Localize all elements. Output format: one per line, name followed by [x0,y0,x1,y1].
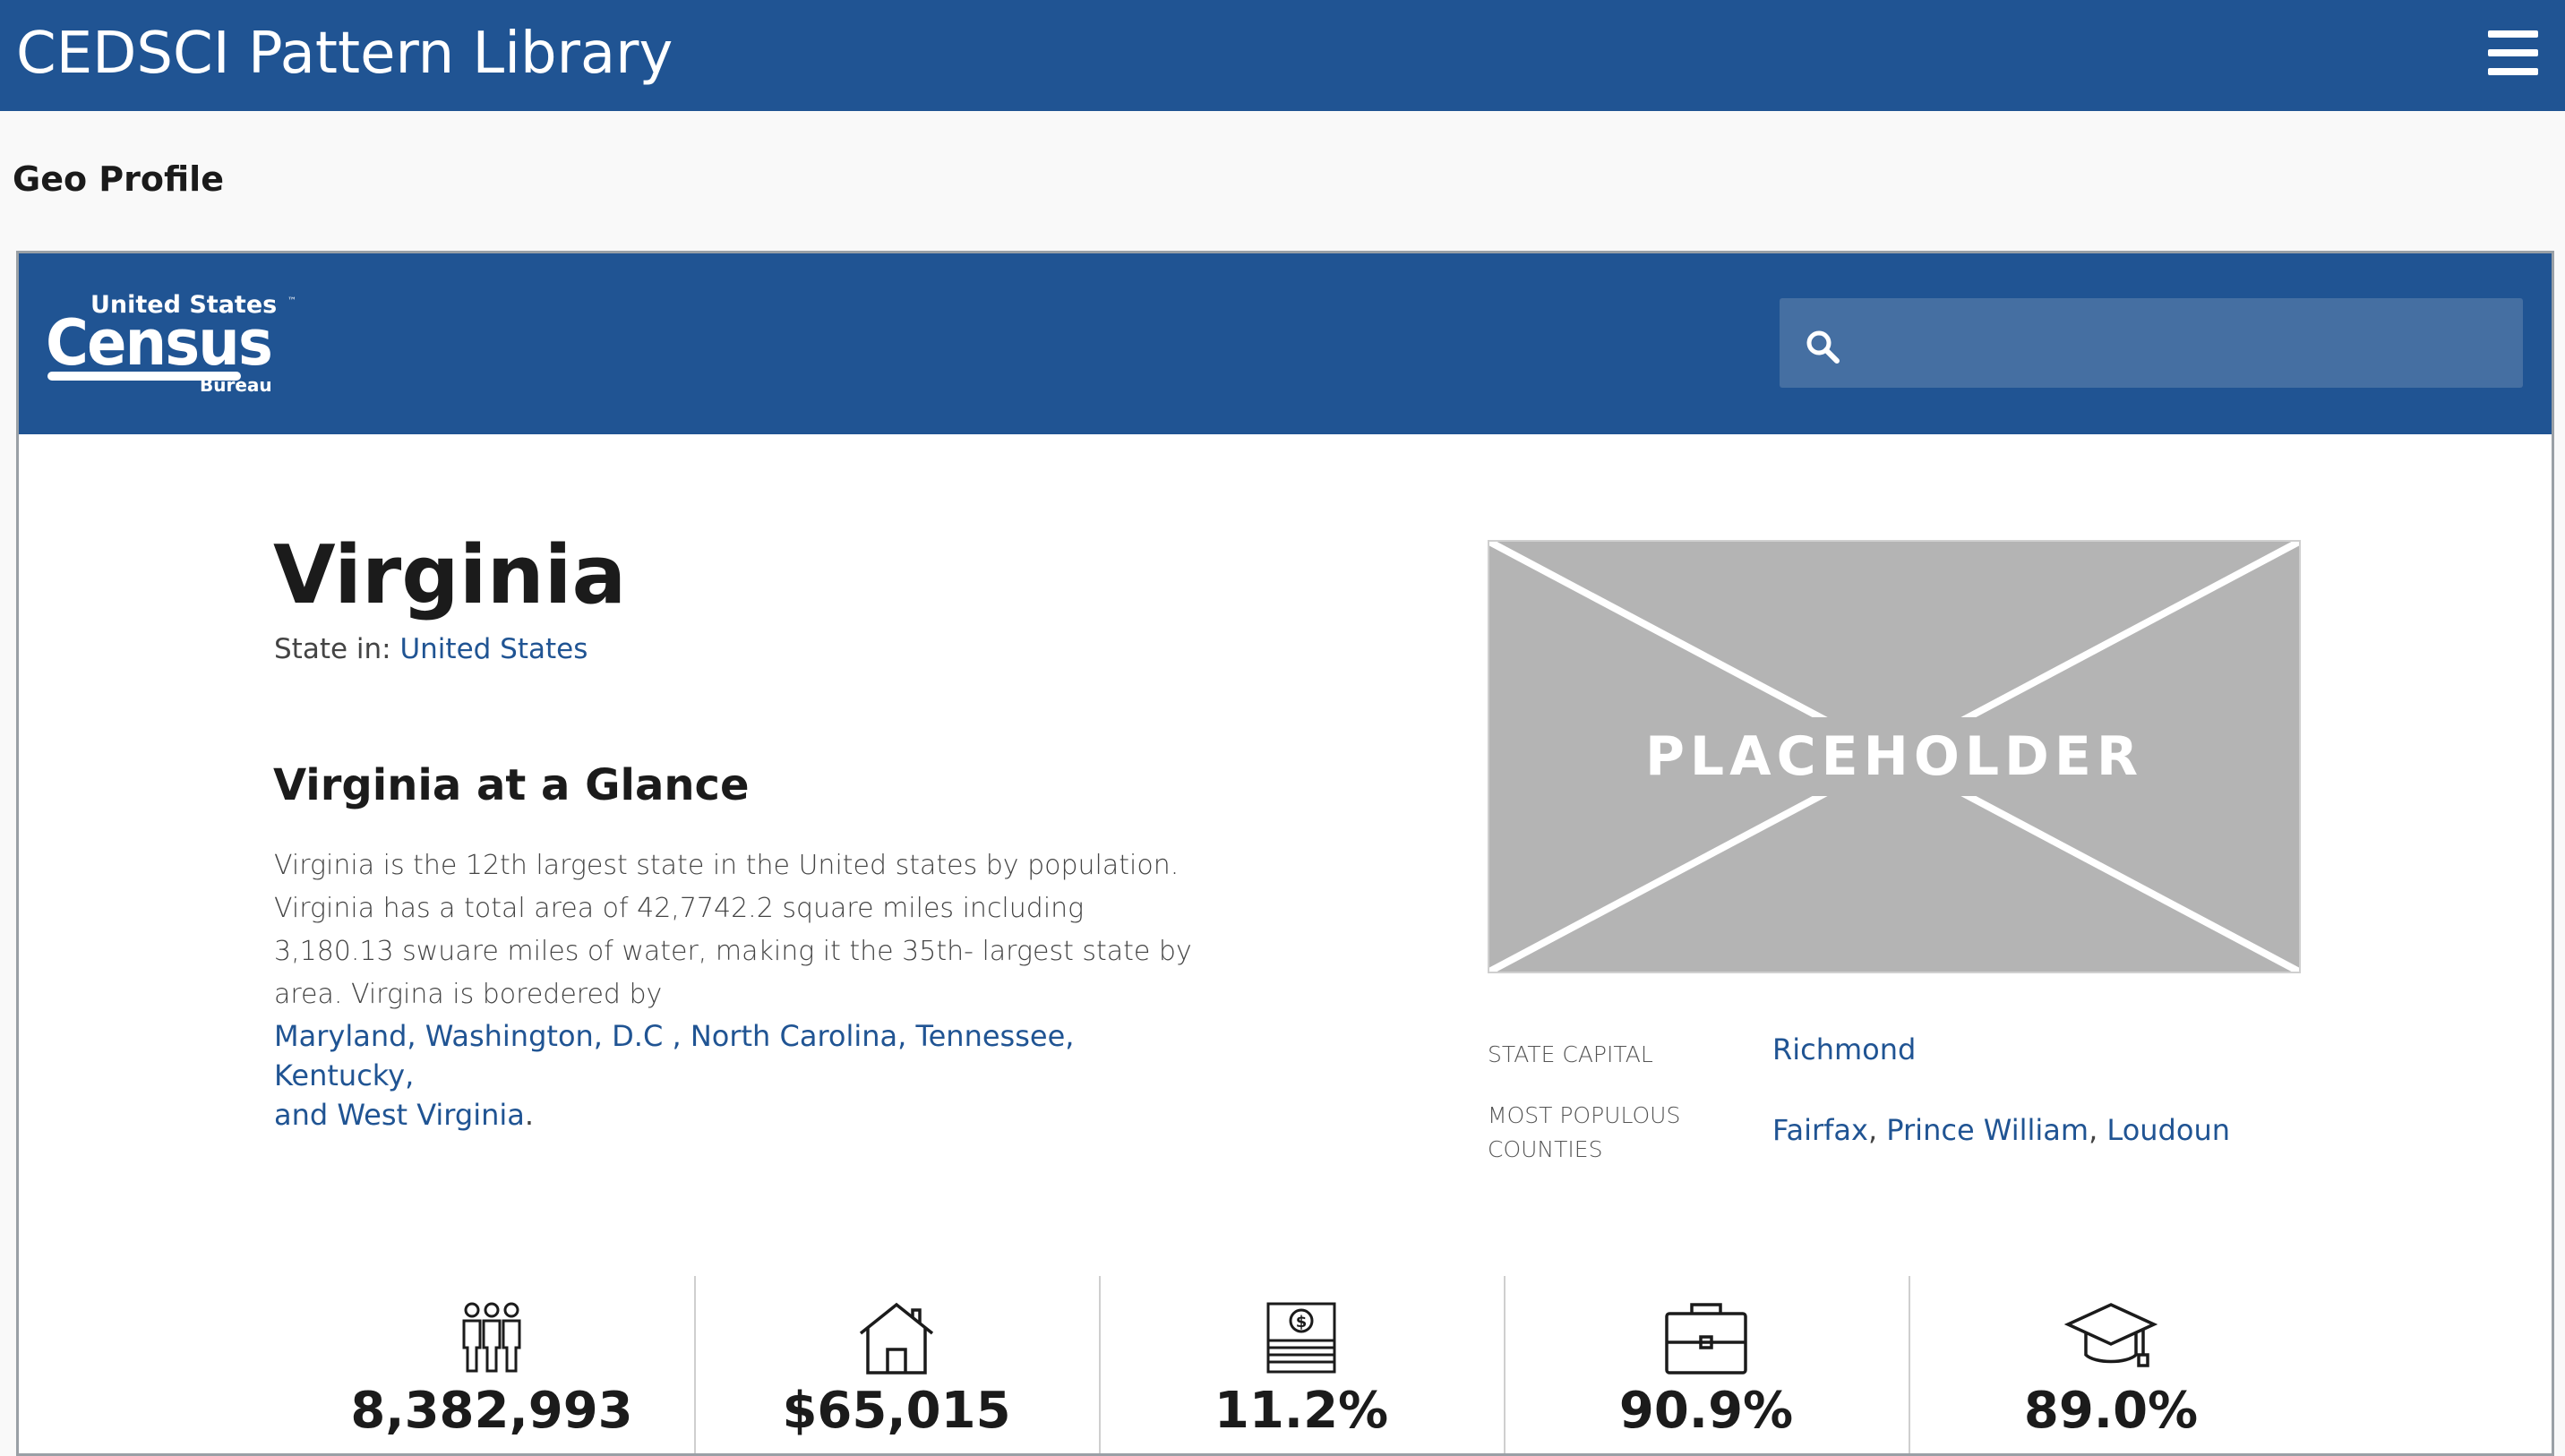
logo-bottom-text: Bureau [200,374,272,396]
capital-label: STATE CAPITAL [1488,1041,1653,1067]
state-in: State in: United States [274,633,588,665]
stat-value: 8,382,993 [350,1382,633,1440]
border-link-maryland[interactable]: Maryland, [274,1019,425,1053]
graduation-cap-icon [2064,1303,2158,1367]
glance-text: Virginia is the 12th largest state in th… [274,850,1192,1010]
state-in-label: State in: [274,633,400,665]
geo-profile-preview: United States ™ Census Bureau Virginia S… [16,251,2554,1456]
border-link-west-virginia[interactable]: and West Virginia [274,1098,525,1132]
border-link-washington-dc[interactable]: Washington, D.C [425,1019,673,1053]
people-icon [462,1302,521,1373]
border-link-tennessee[interactable]: Tennessee, [915,1019,1074,1053]
county-separator: , [2089,1113,2107,1147]
house-icon [859,1302,934,1375]
stat-income: $65,015 [694,1276,1099,1453]
stat-value: 11.2% [1214,1382,1389,1440]
section-heading: Geo Profile [13,159,224,199]
svg-text:$: $ [1296,1313,1308,1332]
logo-tm: ™ [287,296,296,306]
stat-employment: 90.9% [1504,1276,1909,1453]
state-in-link[interactable]: United States [399,633,588,665]
search-input[interactable] [1855,298,2512,390]
briefcase-icon [1665,1303,1747,1375]
stat-population: 8,382,993 [289,1276,694,1453]
search-box[interactable] [1780,298,2523,390]
stat-poverty: $ 11.2% [1099,1276,1504,1453]
stat-value: 89.0% [2023,1382,2199,1440]
search-icon [1806,330,1840,364]
capital-value: Richmond [1772,1032,1916,1066]
state-name: Virginia [273,528,627,622]
top-bar: CEDSCI Pattern Library [0,0,2565,111]
stat-value: $65,015 [782,1382,1011,1440]
logo-main-text: Census [46,306,271,380]
county-link-loudoun[interactable]: Loudoun [2106,1113,2230,1147]
capital-link[interactable]: Richmond [1772,1032,1916,1066]
counties-value: Fairfax, Prince William, Loudoun [1772,1113,2230,1147]
stat-education: 89.0% [1909,1276,2313,1453]
county-link-fairfax[interactable]: Fairfax [1772,1113,1868,1147]
border-states: Maryland, Washington, D.C , North Caroli… [274,1016,1205,1135]
border-link-separator: , [672,1019,691,1053]
app-title: CEDSCI Pattern Library [16,21,673,87]
county-link-prince-william[interactable]: Prince William [1886,1113,2089,1147]
border-link-north-carolina[interactable]: North Carolina, [691,1019,916,1053]
glance-title: Virginia at a Glance [273,760,750,810]
stats-row: 8,382,993 $65,015 $ 11.2% 90.9% 89.0% [289,1276,2313,1453]
counties-label: MOST POPULOUS COUNTIES [1488,1102,1681,1162]
census-logo[interactable]: United States ™ Census Bureau [46,291,305,398]
money-icon: $ [1266,1302,1336,1374]
county-separator: , [1867,1113,1887,1147]
placeholder-label: PLACEHOLDER [1644,725,2144,788]
census-header: United States ™ Census Bureau [19,253,2552,434]
border-end: . [524,1098,535,1132]
stat-value: 90.9% [1618,1382,1794,1440]
placeholder-image: PLACEHOLDER [1488,540,2301,973]
border-link-kentucky[interactable]: Kentucky, [274,1058,414,1092]
hamburger-menu-icon[interactable] [2488,30,2538,75]
